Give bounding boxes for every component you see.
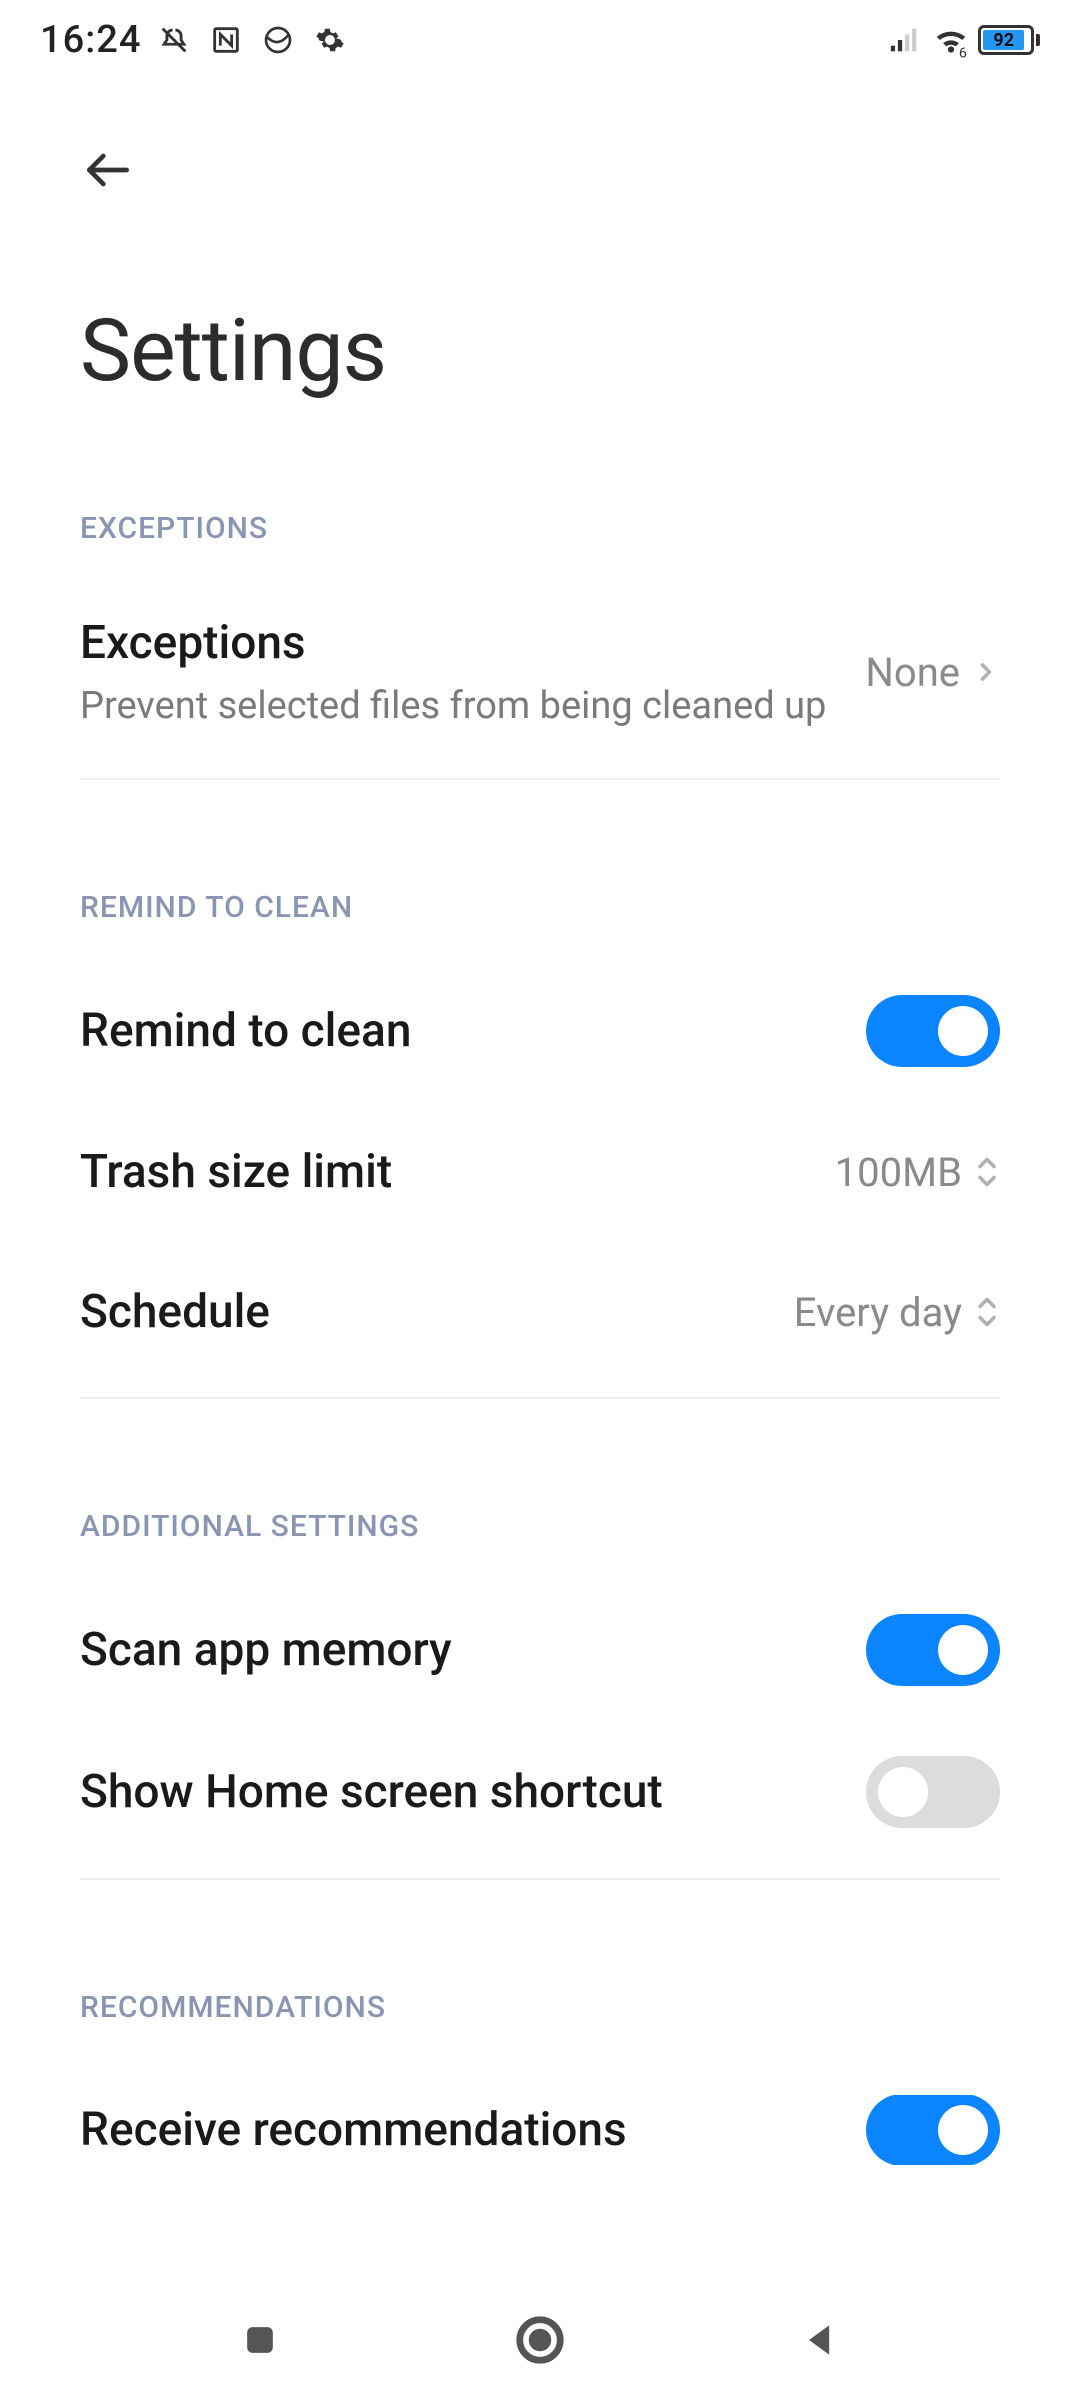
wifi-icon: 6 bbox=[932, 21, 970, 59]
nav-home-button[interactable] bbox=[500, 2300, 580, 2380]
toggle-receive-recommendations[interactable] bbox=[866, 2095, 1000, 2165]
status-right: 6 92 bbox=[886, 21, 1040, 59]
chevron-right-icon bbox=[972, 658, 1000, 686]
row-trash-size[interactable]: Trash size limit 100MB bbox=[80, 1137, 1000, 1207]
row-schedule[interactable]: Schedule Every day bbox=[80, 1277, 1000, 1347]
page-title: Settings bbox=[80, 300, 1000, 401]
back-button[interactable] bbox=[80, 140, 140, 200]
status-bar: 16:24 bbox=[0, 0, 1080, 80]
updown-icon bbox=[974, 1293, 1000, 1331]
row-subtitle: Prevent selected files from being cleane… bbox=[80, 684, 865, 728]
section-additional: ADDITIONAL SETTINGS Scan app memory Show… bbox=[80, 1509, 1000, 1880]
row-title: Receive recommendations bbox=[80, 2103, 866, 2157]
gear-icon bbox=[311, 21, 349, 59]
nav-recents-button[interactable] bbox=[220, 2300, 300, 2380]
toggle-scan-memory[interactable] bbox=[866, 1614, 1000, 1686]
arrow-left-icon bbox=[80, 142, 136, 198]
row-value: None bbox=[865, 649, 960, 696]
row-value: 100MB bbox=[835, 1149, 962, 1196]
updown-icon bbox=[974, 1153, 1000, 1191]
section-header-remind: REMIND TO CLEAN bbox=[80, 890, 1000, 925]
section-exceptions: EXCEPTIONS Exceptions Prevent selected f… bbox=[80, 511, 1000, 780]
row-remind-to-clean[interactable]: Remind to clean bbox=[80, 995, 1000, 1067]
circle-icon bbox=[513, 2313, 567, 2367]
silent-icon bbox=[155, 21, 193, 59]
row-value: Every day bbox=[794, 1289, 962, 1336]
status-left: 16:24 bbox=[40, 18, 349, 62]
battery-level: 92 bbox=[993, 30, 1014, 51]
row-exceptions[interactable]: Exceptions Prevent selected files from b… bbox=[80, 616, 1000, 728]
section-remind: REMIND TO CLEAN Remind to clean Trash si… bbox=[80, 890, 1000, 1399]
circle-icon bbox=[259, 21, 297, 59]
nav-back-button[interactable] bbox=[780, 2300, 860, 2380]
row-title: Exceptions bbox=[80, 616, 865, 670]
section-recommendations: RECOMMENDATIONS Receive recommendations bbox=[80, 1990, 1000, 2215]
row-title: Show Home screen shortcut bbox=[80, 1765, 866, 1819]
section-header-recommendations: RECOMMENDATIONS bbox=[80, 1990, 1000, 2025]
status-time: 16:24 bbox=[40, 18, 141, 62]
row-scan-memory[interactable]: Scan app memory bbox=[80, 1614, 1000, 1686]
triangle-left-icon bbox=[798, 2318, 842, 2362]
toggle-remind-to-clean[interactable] bbox=[866, 995, 1000, 1067]
section-header-exceptions: EXCEPTIONS bbox=[80, 511, 1000, 546]
navigation-bar bbox=[0, 2280, 1080, 2400]
row-title: Schedule bbox=[80, 1285, 794, 1339]
row-home-shortcut[interactable]: Show Home screen shortcut bbox=[80, 1756, 1000, 1828]
section-header-additional: ADDITIONAL SETTINGS bbox=[80, 1509, 1000, 1544]
row-title: Trash size limit bbox=[80, 1145, 835, 1199]
battery-indicator: 92 bbox=[978, 25, 1040, 55]
toggle-home-shortcut[interactable] bbox=[866, 1756, 1000, 1828]
nfc-icon bbox=[207, 21, 245, 59]
app-content: Settings EXCEPTIONS Exceptions Prevent s… bbox=[0, 140, 1080, 2215]
svg-text:6: 6 bbox=[959, 45, 967, 59]
row-receive-recommendations[interactable]: Receive recommendations bbox=[80, 2095, 1000, 2165]
square-icon bbox=[238, 2318, 282, 2362]
row-title: Remind to clean bbox=[80, 1004, 866, 1058]
row-title: Scan app memory bbox=[80, 1623, 866, 1677]
signal-icon bbox=[886, 21, 924, 59]
